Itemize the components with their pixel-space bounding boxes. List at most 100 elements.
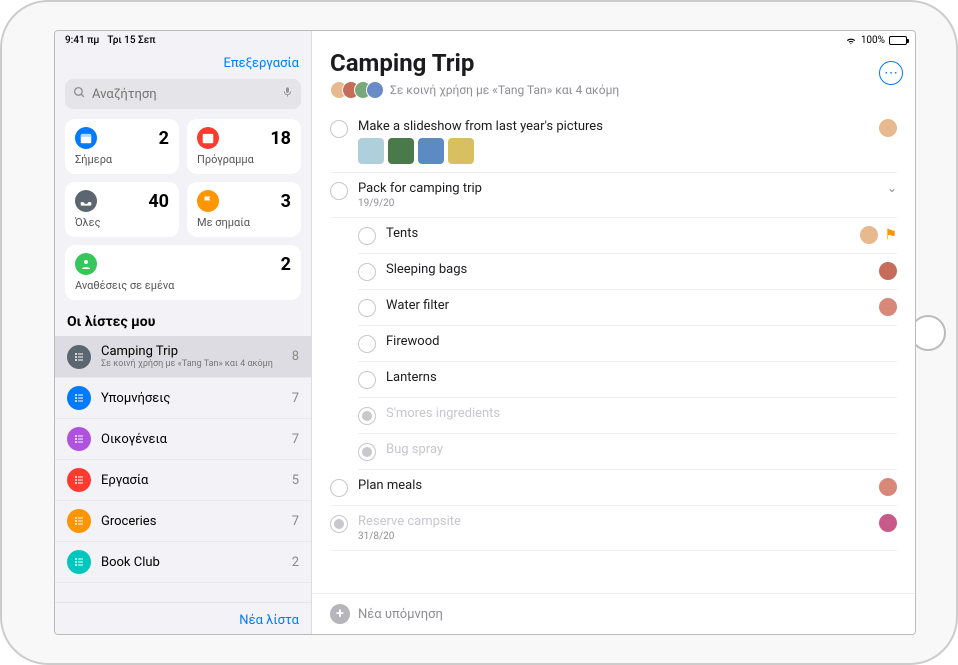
- shared-with-text: Σε κοινή χρήση με «Tang Tan» και 4 ακόμη: [390, 83, 619, 97]
- thumb[interactable]: [358, 138, 384, 164]
- assigned-label: Αναθέσεις σε εμένα: [75, 279, 291, 292]
- complete-toggle[interactable]: [330, 479, 348, 497]
- subtask-item[interactable]: Sleeping bags: [358, 254, 897, 290]
- complete-toggle[interactable]: [358, 299, 376, 317]
- assignee-avatar: [879, 514, 897, 532]
- list-row[interactable]: Camping TripΣε κοινή χρήση με «Tang Tan»…: [55, 336, 311, 378]
- smart-all[interactable]: 40 Όλες: [65, 182, 179, 237]
- edit-button[interactable]: Επεξεργασία: [223, 56, 299, 71]
- list-name: Groceries: [101, 514, 282, 529]
- battery-percent: 100%: [861, 35, 885, 46]
- sidebar: 9:41 πμ Τρι 15 Σεπ Επεξεργασία: [55, 31, 312, 634]
- lists: Camping TripΣε κοινή χρήση με «Tang Tan»…: [55, 336, 311, 602]
- subtask-item[interactable]: Tents⚑: [358, 218, 897, 254]
- reminder-item[interactable]: Reserve campsite 31/8/20: [330, 506, 897, 551]
- tray-icon: [75, 190, 97, 212]
- list-icon: [67, 468, 91, 492]
- complete-toggle[interactable]: [330, 182, 348, 200]
- list-icon: [67, 509, 91, 533]
- subtask-item[interactable]: Firewood: [358, 326, 897, 362]
- today-count: 2: [159, 128, 169, 149]
- reminder-meta: [879, 478, 897, 496]
- search-input[interactable]: [65, 79, 301, 109]
- list-title: Camping Trip: [330, 49, 897, 77]
- battery-icon: [889, 36, 907, 45]
- complete-toggle[interactable]: [330, 515, 348, 533]
- new-reminder-row[interactable]: + Νέα υπόμνηση: [312, 593, 915, 634]
- list-row[interactable]: Groceries7: [55, 501, 311, 542]
- complete-toggle[interactable]: [330, 120, 348, 138]
- complete-toggle[interactable]: [358, 227, 376, 245]
- subtask-item[interactable]: S'mores ingredients: [358, 398, 897, 434]
- list-name: Υπομνήσεις: [101, 391, 282, 406]
- chevron-down-icon[interactable]: ⌄: [887, 181, 897, 195]
- attachment-thumbs[interactable]: [358, 138, 869, 164]
- smart-today[interactable]: 2 Σήμερα: [65, 119, 179, 174]
- complete-toggle[interactable]: [358, 263, 376, 281]
- complete-toggle[interactable]: [358, 407, 376, 425]
- reminder-title: Firewood: [386, 334, 887, 349]
- reminder-title: Water filter: [386, 298, 869, 313]
- more-button[interactable]: ⋯: [879, 61, 903, 85]
- smart-flagged[interactable]: 3 Με σημαία: [187, 182, 301, 237]
- reminder-title: Plan meals: [358, 478, 869, 493]
- complete-toggle[interactable]: [358, 335, 376, 353]
- plus-circle-icon: +: [330, 604, 350, 624]
- reminder-meta: [879, 119, 897, 137]
- list-count: 7: [292, 391, 299, 406]
- subtask-item[interactable]: Bug spray: [358, 434, 897, 470]
- my-lists-header: Οι λίστες μου: [55, 300, 311, 336]
- smart-assigned[interactable]: 2 Αναθέσεις σε εμένα: [65, 245, 301, 300]
- search-field[interactable]: [92, 87, 276, 102]
- reminder-date: 19/9/20: [358, 198, 873, 209]
- calendar-day-icon: [75, 127, 97, 149]
- avatar-stack: [330, 81, 384, 99]
- reminder-title: Reserve campsite: [358, 514, 869, 529]
- reminder-meta: ⌄: [883, 181, 897, 195]
- reminder-item[interactable]: Pack for camping trip19/9/20⌄: [330, 173, 897, 218]
- assignee-avatar: [860, 226, 878, 244]
- reminder-item[interactable]: Plan meals: [330, 470, 897, 506]
- assignee-avatar: [879, 478, 897, 496]
- list-row[interactable]: Οικογένεια7: [55, 419, 311, 460]
- reminder-meta: [879, 298, 897, 316]
- main-pane: 100% ⋯ Camping Trip Σε κοινή χρήση με «T…: [312, 31, 915, 634]
- subtask-item[interactable]: Lanterns: [358, 362, 897, 398]
- list-row[interactable]: Book Club2: [55, 542, 311, 583]
- new-reminder-label: Νέα υπόμνηση: [358, 607, 443, 622]
- thumb[interactable]: [388, 138, 414, 164]
- reminder-meta: [879, 262, 897, 280]
- reminder-title: Lanterns: [386, 370, 887, 385]
- schedule-count: 18: [270, 128, 291, 149]
- thumb[interactable]: [418, 138, 444, 164]
- assignee-avatar: [879, 298, 897, 316]
- subtask-item[interactable]: Water filter: [358, 290, 897, 326]
- reminder-item[interactable]: Make a slideshow from last year's pictur…: [330, 111, 897, 173]
- reminder-title: Tents: [386, 226, 850, 241]
- complete-toggle[interactable]: [358, 371, 376, 389]
- list-count: 8: [292, 349, 299, 364]
- list-icon: [67, 550, 91, 574]
- list-row[interactable]: Υπομνήσεις 7: [55, 378, 311, 419]
- new-list-button[interactable]: Νέα λίστα: [239, 613, 299, 628]
- thumb[interactable]: [448, 138, 474, 164]
- mic-icon[interactable]: [282, 85, 293, 103]
- today-label: Σήμερα: [75, 153, 169, 166]
- reminder-date: 31/8/20: [358, 531, 869, 542]
- list-count: 5: [292, 473, 299, 488]
- status-time: 9:41 πμ: [65, 35, 99, 46]
- all-count: 40: [148, 191, 169, 212]
- list-row[interactable]: Εργασία 5: [55, 460, 311, 501]
- all-label: Όλες: [75, 216, 169, 229]
- status-right: 100%: [845, 35, 907, 46]
- shared-with-row[interactable]: Σε κοινή χρήση με «Tang Tan» και 4 ακόμη: [330, 81, 897, 99]
- list-name: Εργασία: [101, 473, 282, 488]
- schedule-label: Πρόγραμμα: [197, 153, 291, 166]
- complete-toggle[interactable]: [358, 443, 376, 461]
- flagged-count: 3: [281, 191, 291, 212]
- reminder-meta: [879, 514, 897, 532]
- smart-schedule[interactable]: 18 Πρόγραμμα: [187, 119, 301, 174]
- flagged-label: Με σημαία: [197, 216, 291, 229]
- avatar: [366, 81, 384, 99]
- list-name: Οικογένεια: [101, 432, 282, 447]
